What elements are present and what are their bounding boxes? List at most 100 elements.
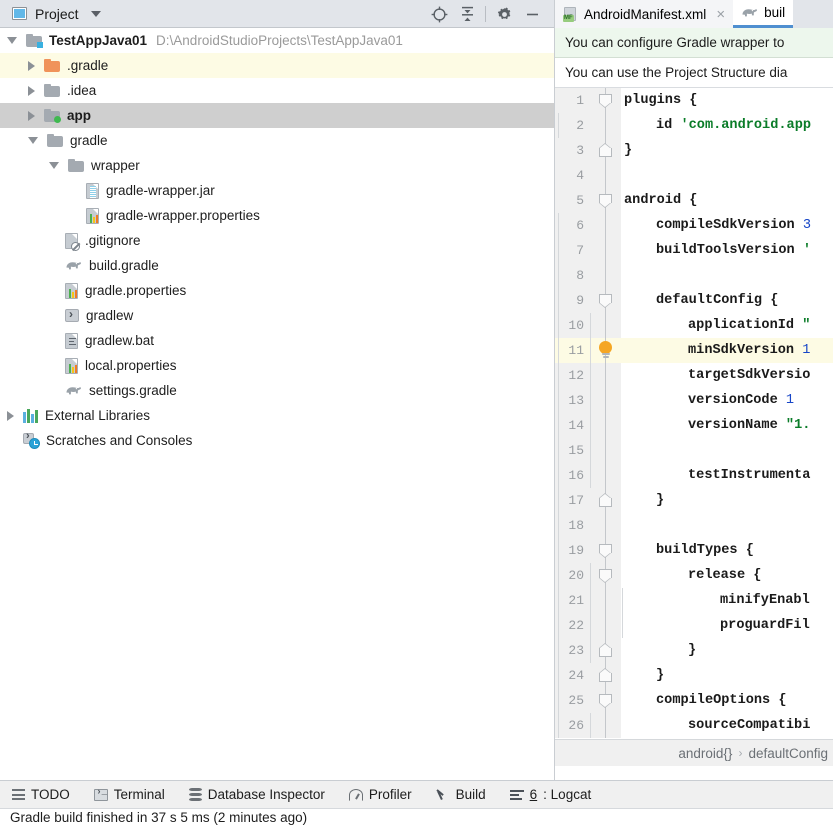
- tree-node-idea[interactable]: .idea: [0, 78, 554, 103]
- project-tree[interactable]: TestAppJava01 D:\AndroidStudioProjects\Te…: [0, 28, 554, 780]
- tree-node-gradlew-bat[interactable]: gradlew.bat: [0, 328, 554, 353]
- hide-minimize-icon[interactable]: [518, 1, 546, 27]
- chevron-down-icon[interactable]: [28, 137, 38, 144]
- tree-node-gradlew[interactable]: gradlew: [0, 303, 554, 328]
- intention-bulb-icon[interactable]: [598, 341, 613, 359]
- close-icon[interactable]: ×: [716, 6, 725, 23]
- fold-gutter[interactable]: [591, 363, 621, 388]
- code-line[interactable]: 4: [555, 163, 833, 188]
- code-line[interactable]: 25 compileOptions {: [555, 688, 833, 713]
- chevron-right-icon[interactable]: [28, 85, 35, 96]
- fold-end-icon[interactable]: [599, 643, 612, 657]
- tree-node-testappjava01[interactable]: TestAppJava01 D:\AndroidStudioProjects\Te…: [0, 28, 554, 53]
- code-line[interactable]: 2 id 'com.android.app: [555, 113, 833, 138]
- collapse-all-icon[interactable]: [453, 1, 481, 27]
- code-line[interactable]: 24}: [555, 663, 833, 688]
- fold-gutter[interactable]: [591, 688, 621, 713]
- tree-node-gradle-properties[interactable]: gradle.properties: [0, 278, 554, 303]
- tree-node-gradle-wrapper-properties[interactable]: gradle-wrapper.properties: [0, 203, 554, 228]
- code-line[interactable]: 26 sourceCompatibi: [555, 713, 833, 738]
- bottom-tab-logcat[interactable]: 6: Logcat: [498, 787, 604, 802]
- tree-node-settings-gradle[interactable]: settings.gradle: [0, 378, 554, 403]
- bottom-tab-todo[interactable]: TODO: [0, 787, 82, 802]
- code-line[interactable]: 13 versionCode 1: [555, 388, 833, 413]
- fold-gutter[interactable]: [591, 213, 621, 238]
- code-line[interactable]: 21 minifyEnabl: [555, 588, 833, 613]
- fold-end-icon[interactable]: [599, 493, 612, 507]
- chevron-right-icon[interactable]: [28, 110, 35, 121]
- editor-notification-banner[interactable]: You can configure Gradle wrapper to: [555, 28, 833, 58]
- fold-gutter[interactable]: [591, 388, 621, 413]
- code-line[interactable]: 8: [555, 263, 833, 288]
- code-editor[interactable]: 1 plugins {2 id 'com.android.app 3} 4 5 androi…: [555, 88, 833, 739]
- fold-gutter[interactable]: [591, 113, 621, 138]
- code-line[interactable]: 11 minSdkVersion 1: [555, 338, 833, 363]
- fold-collapse-icon[interactable]: [599, 94, 612, 108]
- fold-gutter[interactable]: [591, 438, 621, 463]
- tree-node-app[interactable]: app: [0, 103, 554, 128]
- tree-node-external-libraries[interactable]: External Libraries: [0, 403, 554, 428]
- fold-gutter[interactable]: [591, 88, 621, 113]
- editor-tab-buil[interactable]: buil: [733, 0, 794, 28]
- code-line[interactable]: 23}: [555, 638, 833, 663]
- tree-node-build-gradle[interactable]: build.gradle: [0, 253, 554, 278]
- code-line[interactable]: 7 buildToolsVersion ': [555, 238, 833, 263]
- tree-node-scratches-and-consoles[interactable]: Scratches and Consoles: [0, 428, 554, 453]
- fold-collapse-icon[interactable]: [599, 194, 612, 208]
- bottom-tab-database-inspector[interactable]: Database Inspector: [177, 787, 337, 802]
- fold-gutter[interactable]: [591, 263, 621, 288]
- fold-gutter[interactable]: [591, 138, 621, 163]
- locate-crosshair-icon[interactable]: [425, 1, 453, 27]
- code-line[interactable]: 5 android {: [555, 188, 833, 213]
- fold-collapse-icon[interactable]: [599, 544, 612, 558]
- tree-node-gitignore[interactable]: .gitignore: [0, 228, 554, 253]
- chevron-down-icon[interactable]: [90, 10, 101, 17]
- fold-collapse-icon[interactable]: [599, 294, 612, 308]
- breadcrumb-item[interactable]: android{}: [678, 746, 732, 761]
- code-line[interactable]: 10 applicationId ": [555, 313, 833, 338]
- fold-end-icon[interactable]: [599, 668, 612, 682]
- code-line[interactable]: 22 proguardFil: [555, 613, 833, 638]
- tree-node-local-properties[interactable]: local.properties: [0, 353, 554, 378]
- breadcrumb[interactable]: android{} › defaultConfig: [555, 739, 833, 766]
- settings-gear-icon[interactable]: [490, 1, 518, 27]
- fold-gutter[interactable]: [591, 488, 621, 513]
- editor-tab-androidmanifest-xml[interactable]: MF AndroidManifest.xml ×: [555, 0, 734, 28]
- code-line[interactable]: 16 testInstrumenta: [555, 463, 833, 488]
- chevron-down-icon[interactable]: [49, 162, 59, 169]
- fold-gutter[interactable]: [591, 638, 621, 663]
- tree-node-gradle-wrapper-jar[interactable]: gradle-wrapper.jar: [0, 178, 554, 203]
- breadcrumb-item[interactable]: defaultConfig: [748, 746, 828, 761]
- fold-gutter[interactable]: [591, 663, 621, 688]
- project-title-group[interactable]: Project: [0, 6, 101, 22]
- code-line[interactable]: 1 plugins {: [555, 88, 833, 113]
- fold-gutter[interactable]: [591, 513, 621, 538]
- bottom-tab-profiler[interactable]: Profiler: [337, 787, 424, 802]
- code-line[interactable]: 19 buildTypes {: [555, 538, 833, 563]
- code-line[interactable]: 18: [555, 513, 833, 538]
- bottom-tab-terminal[interactable]: Terminal: [82, 787, 177, 802]
- chevron-right-icon[interactable]: [28, 60, 35, 71]
- fold-gutter[interactable]: [591, 313, 621, 338]
- fold-gutter[interactable]: [591, 563, 621, 588]
- code-line[interactable]: 15: [555, 438, 833, 463]
- fold-collapse-icon[interactable]: [599, 694, 612, 708]
- fold-end-icon[interactable]: [599, 143, 612, 157]
- code-line[interactable]: 20 release {: [555, 563, 833, 588]
- fold-gutter[interactable]: [591, 238, 621, 263]
- code-line[interactable]: 14 versionName "1.: [555, 413, 833, 438]
- fold-gutter[interactable]: [591, 463, 621, 488]
- chevron-down-icon[interactable]: [7, 37, 17, 44]
- bottom-tab-build[interactable]: Build: [424, 787, 498, 802]
- fold-gutter[interactable]: [591, 613, 621, 638]
- editor-notification-banner[interactable]: You can use the Project Structure dia: [555, 58, 833, 88]
- fold-gutter[interactable]: [591, 163, 621, 188]
- code-line[interactable]: 17}: [555, 488, 833, 513]
- fold-gutter[interactable]: [591, 713, 621, 738]
- tree-node-wrapper[interactable]: wrapper: [0, 153, 554, 178]
- fold-gutter[interactable]: [591, 413, 621, 438]
- tree-node-gradle[interactable]: .gradle: [0, 53, 554, 78]
- code-line[interactable]: 3}: [555, 138, 833, 163]
- chevron-right-icon[interactable]: [7, 410, 14, 421]
- fold-gutter[interactable]: [591, 588, 621, 613]
